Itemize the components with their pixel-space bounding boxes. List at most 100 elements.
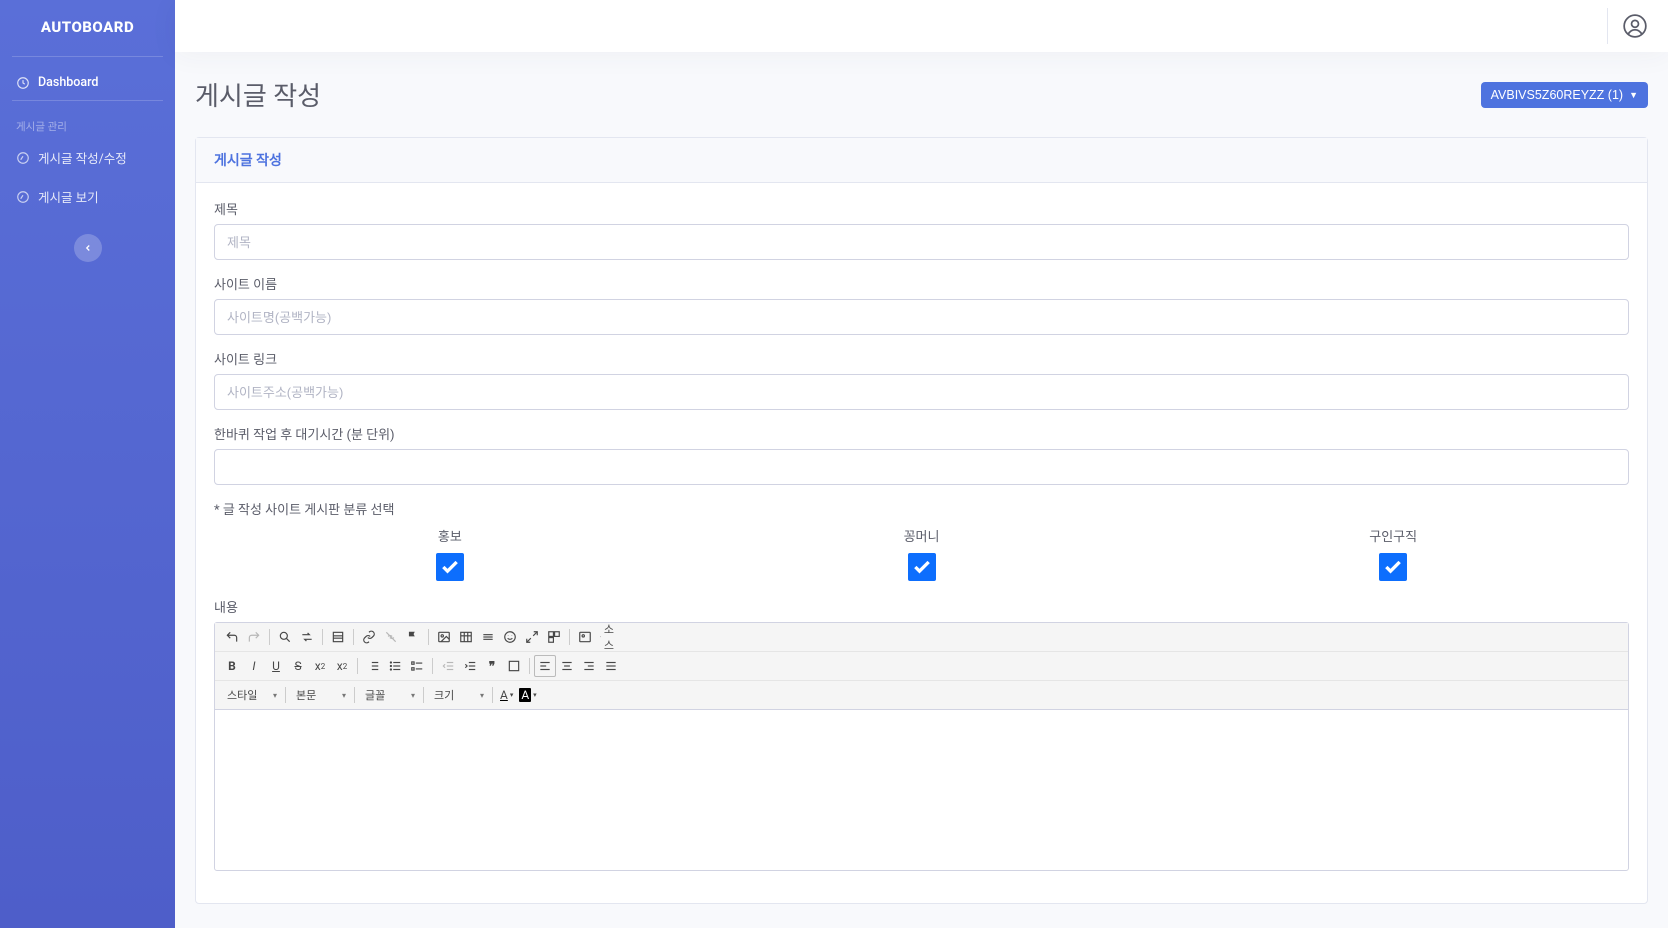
redo-icon bbox=[247, 630, 261, 644]
unlink-icon bbox=[384, 630, 398, 644]
category-checkbox-jobs[interactable] bbox=[1379, 553, 1407, 581]
chevron-down-icon: ▾ bbox=[273, 691, 277, 700]
site-link-input[interactable] bbox=[214, 374, 1629, 410]
separator bbox=[357, 658, 358, 674]
showblocks-button[interactable] bbox=[543, 626, 565, 648]
title-input[interactable] bbox=[214, 224, 1629, 260]
nav-post-write-label: 게시글 작성/수정 bbox=[38, 148, 127, 167]
separator bbox=[569, 629, 570, 645]
checklist-icon bbox=[410, 659, 424, 673]
bold-button[interactable]: B bbox=[221, 655, 243, 677]
category-checkbox-promo[interactable] bbox=[436, 553, 464, 581]
bg-color-button[interactable]: A▾ bbox=[516, 684, 539, 706]
flag-icon bbox=[406, 630, 420, 644]
site-link-label: 사이트 링크 bbox=[214, 349, 1629, 368]
combo-label: 스타일 bbox=[227, 687, 257, 703]
strike-button[interactable]: S bbox=[287, 655, 309, 677]
undo-button[interactable] bbox=[221, 626, 243, 648]
replace-icon bbox=[300, 630, 314, 644]
image-icon bbox=[437, 630, 451, 644]
separator bbox=[428, 629, 429, 645]
search-icon bbox=[278, 630, 292, 644]
redo-button[interactable] bbox=[243, 626, 265, 648]
link-icon bbox=[362, 630, 376, 644]
table-button[interactable] bbox=[455, 626, 477, 648]
source-button[interactable]: 소스 bbox=[596, 626, 618, 648]
separator bbox=[529, 658, 530, 674]
wait-time-input[interactable] bbox=[214, 449, 1629, 485]
collapse-sidebar-button[interactable] bbox=[74, 234, 102, 262]
upload-image-button[interactable] bbox=[574, 626, 596, 648]
combo-label: 본문 bbox=[296, 687, 316, 703]
nav-post-view[interactable]: 게시글 보기 bbox=[0, 177, 175, 216]
align-justify-icon bbox=[604, 659, 618, 673]
hr-button[interactable] bbox=[477, 626, 499, 648]
replace-button[interactable] bbox=[296, 626, 318, 648]
chevron-down-icon: ▾ bbox=[342, 691, 346, 700]
category-option-label: 구인구직 bbox=[1157, 526, 1629, 545]
user-menu-icon[interactable] bbox=[1622, 13, 1648, 39]
subscript-button[interactable]: x2 bbox=[309, 655, 331, 677]
selectall-button[interactable] bbox=[327, 626, 349, 648]
blockquote-button[interactable]: ❞ bbox=[481, 655, 503, 677]
format-combo[interactable]: 본문 ▾ bbox=[290, 684, 350, 706]
combo-label: 크기 bbox=[434, 687, 454, 703]
session-badge-label: AVBIVS5Z60REYZZ (1) bbox=[1491, 88, 1623, 102]
page-title: 게시글 작성 bbox=[195, 76, 321, 113]
unlink-button[interactable] bbox=[380, 626, 402, 648]
content-label: 내용 bbox=[214, 597, 1629, 616]
superscript-button[interactable]: x2 bbox=[331, 655, 353, 677]
align-right-button[interactable] bbox=[578, 655, 600, 677]
emoji-button[interactable] bbox=[499, 626, 521, 648]
hr-icon bbox=[481, 630, 495, 644]
chevron-down-icon: ▾ bbox=[411, 691, 415, 700]
image-button[interactable] bbox=[433, 626, 455, 648]
div-icon bbox=[507, 659, 521, 673]
align-center-button[interactable] bbox=[556, 655, 578, 677]
check-icon bbox=[440, 557, 460, 577]
numberedlist-button[interactable] bbox=[362, 655, 384, 677]
nav-dashboard-label: Dashboard bbox=[38, 75, 98, 90]
editor-toolbar: 소스 B I U S x2 x2 bbox=[215, 623, 1628, 710]
italic-button[interactable]: I bbox=[243, 655, 265, 677]
nav-dashboard[interactable]: Dashboard bbox=[0, 65, 175, 100]
font-combo[interactable]: 글꼴▾ bbox=[359, 684, 419, 706]
underline-button[interactable]: U bbox=[265, 655, 287, 677]
separator bbox=[269, 629, 270, 645]
maximize-button[interactable] bbox=[521, 626, 543, 648]
text-color-button[interactable]: A▾ bbox=[497, 684, 516, 706]
div-button[interactable] bbox=[503, 655, 525, 677]
nav-post-write[interactable]: 게시글 작성/수정 bbox=[0, 138, 175, 177]
outdent-button[interactable] bbox=[437, 655, 459, 677]
align-left-button[interactable] bbox=[534, 655, 556, 677]
find-button[interactable] bbox=[274, 626, 296, 648]
session-badge-dropdown[interactable]: AVBIVS5Z60REYZZ (1) ▼ bbox=[1481, 82, 1648, 108]
editor-content-area[interactable] bbox=[215, 710, 1628, 870]
separator bbox=[285, 687, 286, 703]
align-center-icon bbox=[560, 659, 574, 673]
checklist-button[interactable] bbox=[406, 655, 428, 677]
dashboard-icon bbox=[16, 76, 30, 90]
gauge-icon bbox=[16, 151, 30, 165]
style-combo[interactable]: 스타일 ▾ bbox=[221, 684, 281, 706]
separator bbox=[492, 687, 493, 703]
brand-logo[interactable]: AUTOBOARD bbox=[0, 0, 175, 56]
size-combo[interactable]: 크기▾ bbox=[428, 684, 488, 706]
code-icon bbox=[600, 630, 601, 644]
divider bbox=[12, 56, 163, 57]
separator bbox=[322, 629, 323, 645]
category-checkbox-bonus[interactable] bbox=[908, 553, 936, 581]
link-button[interactable] bbox=[358, 626, 380, 648]
separator bbox=[353, 629, 354, 645]
outdent-icon bbox=[441, 659, 455, 673]
chevron-down-icon: ▼ bbox=[1629, 90, 1638, 100]
maximize-icon bbox=[525, 630, 539, 644]
indent-button[interactable] bbox=[459, 655, 481, 677]
site-name-input[interactable] bbox=[214, 299, 1629, 335]
separator bbox=[354, 687, 355, 703]
align-left-icon bbox=[538, 659, 552, 673]
anchor-button[interactable] bbox=[402, 626, 424, 648]
bulletlist-button[interactable] bbox=[384, 655, 406, 677]
align-justify-button[interactable] bbox=[600, 655, 622, 677]
rich-text-editor: 소스 B I U S x2 x2 bbox=[214, 622, 1629, 871]
